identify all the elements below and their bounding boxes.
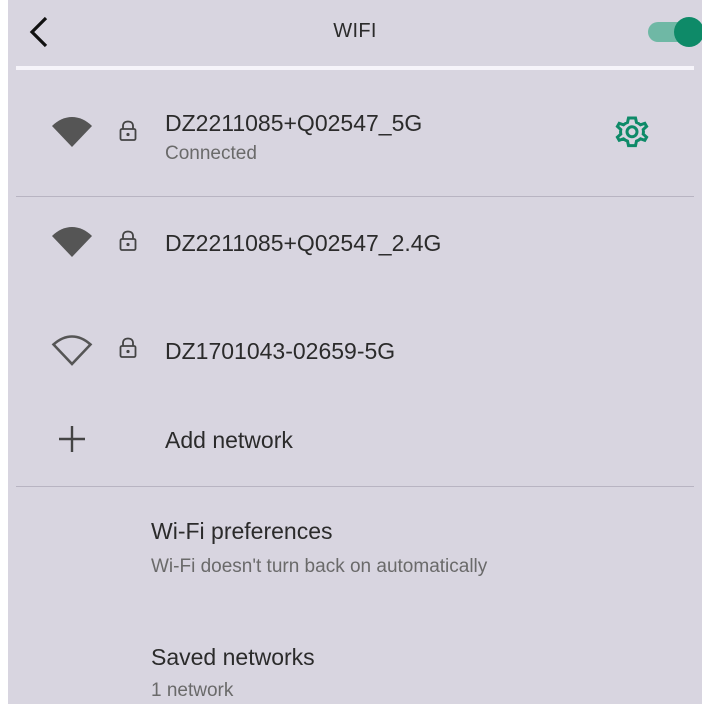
add-network-label: Add network: [165, 427, 293, 453]
wifi-toggle[interactable]: [648, 17, 702, 47]
header-divider: [16, 66, 694, 70]
saved-networks-subtitle: 1 network: [151, 680, 234, 701]
network-item[interactable]: DZ1701043-02659-5G: [8, 312, 702, 396]
app-bar: WIFI: [8, 0, 702, 66]
saved-networks-item[interactable]: Saved networks 1 network: [8, 626, 702, 704]
saved-networks-title: Saved networks: [151, 644, 315, 670]
wifi-settings-screen: WIFI DZ2211085+Q02547_5G Connected DZ221…: [8, 0, 702, 704]
preferences-subtitle: Wi-Fi doesn't turn back on automatically: [151, 556, 488, 577]
wifi-full-signal-icon: [52, 117, 92, 147]
network-divider: [16, 196, 694, 197]
wifi-no-signal-icon: [51, 335, 93, 366]
toggle-knob: [674, 17, 702, 47]
page-title: WIFI: [333, 20, 377, 42]
gear-icon: [615, 116, 649, 148]
network-name: DZ2211085+Q02547_5G: [165, 110, 423, 136]
network-name: DZ2211085+Q02547_2.4G: [165, 230, 442, 256]
network-status: Connected: [165, 143, 257, 164]
lock-icon: [119, 230, 137, 251]
lock-icon: [119, 120, 137, 141]
wifi-preferences-item[interactable]: Wi-Fi preferences Wi-Fi doesn't turn bac…: [8, 498, 702, 598]
network-name: DZ1701043-02659-5G: [165, 338, 396, 364]
add-network-button[interactable]: Add network: [8, 402, 702, 480]
lock-icon: [119, 337, 137, 358]
preferences-title: Wi-Fi preferences: [151, 518, 333, 544]
network-settings-button[interactable]: [609, 111, 655, 157]
wifi-full-signal-icon: [52, 227, 92, 257]
network-item-connected[interactable]: DZ2211085+Q02547_5G Connected: [8, 96, 702, 192]
plus-icon: [59, 426, 85, 452]
section-divider: [16, 486, 694, 487]
network-item[interactable]: DZ2211085+Q02547_2.4G: [8, 206, 702, 290]
